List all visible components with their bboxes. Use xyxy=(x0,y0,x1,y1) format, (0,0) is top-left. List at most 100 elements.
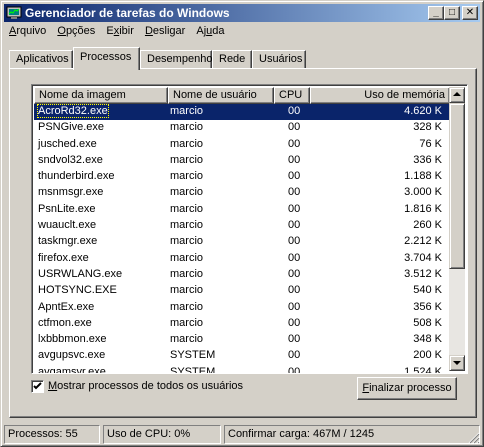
table-row[interactable]: thunderbird.exe marcio 00 1.188 K xyxy=(34,169,450,185)
resize-grip-icon[interactable] xyxy=(467,431,480,444)
cell-memory: 260 K xyxy=(413,219,442,232)
cell-image-name: firefox.exe xyxy=(38,251,89,264)
cell-user-name: marcio xyxy=(170,186,204,199)
cell-image-name: USRWLANG.exe xyxy=(38,267,123,280)
cell-memory: 1.524 K xyxy=(404,365,442,374)
cell-memory: 540 K xyxy=(413,284,442,297)
cell-cpu: 00 xyxy=(288,186,301,199)
menu-desligar[interactable]: Desligar xyxy=(141,24,189,37)
table-row[interactable]: firefox.exe marcio 00 3.704 K xyxy=(34,251,450,267)
cell-image-name: PSNGive.exe xyxy=(38,121,105,134)
table-row[interactable]: avgamsvr.exe SYSTEM 00 1.524 K xyxy=(34,365,450,374)
cell-memory: 3.704 K xyxy=(404,251,442,264)
cell-user-name: marcio xyxy=(170,170,204,183)
arrow-down-icon xyxy=(453,361,461,365)
cell-user-name: marcio xyxy=(170,153,204,166)
title-bar[interactable]: Gerenciador de tarefas do Windows _ □ ✕ xyxy=(4,4,480,22)
cell-image-name: avgamsvr.exe xyxy=(38,365,106,374)
window-title: Gerenciador de tarefas do Windows xyxy=(25,6,230,20)
cell-user-name: marcio xyxy=(170,267,204,280)
table-row[interactable]: PSNGive.exe marcio 00 328 K xyxy=(34,120,450,136)
table-row[interactable]: sndvol32.exe marcio 00 336 K xyxy=(34,153,450,169)
scrollbar-thumb[interactable] xyxy=(449,103,465,269)
process-rows: AcroRd32.exe marcio 00 4.620 K PSNGive.exe ma… xyxy=(34,104,450,374)
cell-user-name: marcio xyxy=(170,235,204,248)
tab-usuarios[interactable]: Usuários xyxy=(252,50,306,69)
tab-aplicativos[interactable]: Aplicativos xyxy=(9,50,73,69)
show-all-processes-label: Mostrar processos de todos os usuários xyxy=(48,380,244,392)
table-row[interactable]: ctfmon.exe marcio 00 508 K xyxy=(34,316,450,332)
column-header-cpu[interactable]: CPU xyxy=(274,87,310,104)
cell-user-name: SYSTEM xyxy=(170,349,216,362)
cell-cpu: 00 xyxy=(288,267,301,280)
table-row[interactable]: lxbbbmon.exe marcio 00 348 K xyxy=(34,332,450,348)
menu-arquivo[interactable]: Arquivo xyxy=(5,24,50,37)
column-header-image-name[interactable]: Nome da imagem xyxy=(34,87,168,104)
menu-opcoes[interactable]: Opções xyxy=(53,24,99,37)
cell-user-name: SYSTEM xyxy=(170,365,216,374)
status-commit-charge: Confirmar carga: 467M / 1245 xyxy=(224,425,480,444)
maximize-button[interactable]: □ xyxy=(444,6,460,20)
vertical-scrollbar[interactable] xyxy=(449,87,465,371)
arrow-up-icon xyxy=(453,92,461,96)
task-manager-icon xyxy=(6,6,22,19)
cell-memory: 508 K xyxy=(413,316,442,329)
cell-memory: 348 K xyxy=(413,333,442,346)
minimize-button[interactable]: _ xyxy=(428,6,444,20)
cell-user-name: marcio xyxy=(170,137,204,150)
process-list[interactable]: Nome da imagem Nome de usuário CPU Uso d… xyxy=(31,84,468,374)
cell-image-name: avgupsvc.exe xyxy=(38,349,106,362)
table-row[interactable]: taskmgr.exe marcio 00 2.212 K xyxy=(34,234,450,250)
table-row[interactable]: jusched.exe marcio 00 76 K xyxy=(34,137,450,153)
table-row[interactable]: avgupsvc.exe SYSTEM 00 200 K xyxy=(34,348,450,364)
cell-cpu: 00 xyxy=(288,219,301,232)
menu-ajuda[interactable]: Ajuda xyxy=(192,24,228,37)
close-icon: ✕ xyxy=(465,7,475,18)
cell-cpu: 00 xyxy=(288,202,301,215)
table-row[interactable]: msnmsgr.exe marcio 00 3.000 K xyxy=(34,185,450,201)
end-process-button[interactable]: Finalizar processo xyxy=(357,377,457,400)
cell-image-name: taskmgr.exe xyxy=(38,235,98,248)
scroll-down-button[interactable] xyxy=(449,355,465,371)
cell-cpu: 00 xyxy=(288,251,301,264)
cell-user-name: marcio xyxy=(170,121,204,134)
tab-processos[interactable]: Processos xyxy=(73,47,140,70)
cell-memory: 328 K xyxy=(413,121,442,134)
cell-memory: 336 K xyxy=(413,153,442,166)
table-row[interactable]: HOTSYNC.EXE marcio 00 540 K xyxy=(34,283,450,299)
cell-image-name: sndvol32.exe xyxy=(38,153,103,166)
table-row[interactable]: wuauclt.exe marcio 00 260 K xyxy=(34,218,450,234)
cell-cpu: 00 xyxy=(288,365,301,374)
column-header-user-name[interactable]: Nome de usuário xyxy=(168,87,274,104)
cell-image-name: AcroRd32.exe xyxy=(37,104,109,118)
cell-memory: 76 K xyxy=(419,137,442,150)
cell-cpu: 00 xyxy=(288,349,301,362)
cell-image-name: thunderbird.exe xyxy=(38,170,115,183)
maximize-icon: □ xyxy=(448,7,456,18)
close-button[interactable]: ✕ xyxy=(462,6,478,20)
show-all-processes-checkbox[interactable] xyxy=(31,380,44,393)
cell-image-name: wuauclt.exe xyxy=(38,219,97,232)
cell-user-name: marcio xyxy=(170,300,204,313)
scroll-up-button[interactable] xyxy=(449,87,465,103)
table-row[interactable]: AcroRd32.exe marcio 00 4.620 K xyxy=(34,104,450,121)
tab-rede[interactable]: Rede xyxy=(212,50,252,69)
cell-cpu: 00 xyxy=(288,284,301,297)
table-row[interactable]: ApntEx.exe marcio 00 356 K xyxy=(34,300,450,316)
menu-exibir[interactable]: Exibir xyxy=(102,24,138,37)
cell-user-name: marcio xyxy=(170,284,204,297)
cell-memory: 1.188 K xyxy=(404,170,442,183)
table-row[interactable]: USRWLANG.exe marcio 00 3.512 K xyxy=(34,267,450,283)
table-row[interactable]: PsnLite.exe marcio 00 1.816 K xyxy=(34,202,450,218)
cell-user-name: marcio xyxy=(170,105,204,117)
cell-memory: 2.212 K xyxy=(404,235,442,248)
cell-memory: 1.816 K xyxy=(404,202,442,215)
processes-panel: Nome da imagem Nome de usuário CPU Uso d… xyxy=(9,68,477,418)
cell-user-name: marcio xyxy=(170,251,204,264)
cell-cpu: 00 xyxy=(288,235,301,248)
cell-user-name: marcio xyxy=(170,316,204,329)
status-bar: Processos: 55 Uso de CPU: 0% Confirmar c… xyxy=(4,425,480,444)
tab-desempenho[interactable]: Desempenho xyxy=(140,50,212,69)
column-header-memory-usage[interactable]: Uso de memória xyxy=(310,87,450,104)
cell-memory: 4.620 K xyxy=(404,105,442,117)
